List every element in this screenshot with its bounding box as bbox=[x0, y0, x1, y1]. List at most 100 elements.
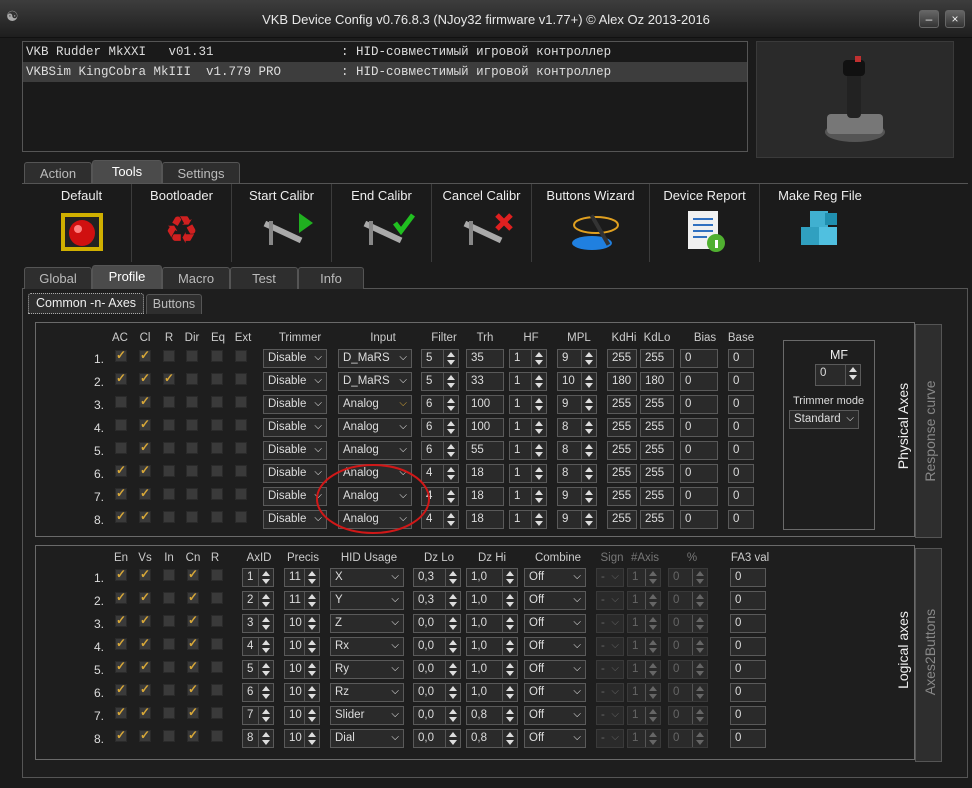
mpl-spinner-arrows[interactable] bbox=[581, 442, 596, 459]
ext-checkbox[interactable] bbox=[235, 511, 247, 523]
precis-spinner[interactable]: 10 bbox=[284, 614, 320, 633]
dzhi-spinner-arrows[interactable] bbox=[502, 684, 517, 701]
base-field[interactable]: 0 bbox=[728, 372, 754, 391]
kdhi-field[interactable]: 255 bbox=[607, 464, 637, 483]
precis-spinner[interactable]: 11 bbox=[284, 568, 320, 587]
ext-checkbox[interactable] bbox=[235, 465, 247, 477]
mpl-spinner[interactable]: 8 bbox=[557, 441, 597, 460]
hf-spinner-arrows[interactable] bbox=[531, 373, 546, 390]
precis-spinner[interactable]: 10 bbox=[284, 683, 320, 702]
mpl-spinner-arrows[interactable] bbox=[581, 465, 596, 482]
mpl-spinner[interactable]: 9 bbox=[557, 349, 597, 368]
fa3-field[interactable]: 0 bbox=[730, 591, 766, 610]
axid-spinner[interactable]: 5 bbox=[242, 660, 274, 679]
device-list[interactable]: VKB Rudder MkXXI v01.31 : HID-совместимы… bbox=[22, 41, 748, 152]
ac-checkbox[interactable] bbox=[115, 463, 127, 477]
bias-field[interactable]: 0 bbox=[680, 418, 718, 437]
device-row[interactable]: VKB Rudder MkXXI v01.31 : HID-совместимы… bbox=[23, 42, 747, 62]
filter-spinner[interactable]: 6 bbox=[421, 418, 459, 437]
kdhi-field[interactable]: 255 bbox=[607, 349, 637, 368]
dir-checkbox[interactable] bbox=[186, 488, 198, 500]
close-button[interactable]: × bbox=[945, 10, 965, 28]
filter-spinner-arrows[interactable] bbox=[443, 465, 458, 482]
tab-info[interactable]: Info bbox=[298, 267, 364, 289]
dzhi-spinner-arrows[interactable] bbox=[502, 615, 517, 632]
cancel-calibr-button[interactable]: Cancel Calibr bbox=[432, 184, 532, 262]
precis-spinner[interactable]: 10 bbox=[284, 706, 320, 725]
dzlo-spinner-arrows[interactable] bbox=[445, 730, 460, 747]
eq-checkbox[interactable] bbox=[211, 511, 223, 523]
cl-checkbox[interactable] bbox=[139, 348, 151, 362]
trimmer-select[interactable]: Disable bbox=[263, 349, 327, 368]
fa3-field[interactable]: 0 bbox=[730, 729, 766, 748]
trh-field[interactable]: 100 bbox=[466, 418, 504, 437]
default-button[interactable]: Default bbox=[32, 184, 132, 262]
eq-checkbox[interactable] bbox=[211, 488, 223, 500]
r-checkbox[interactable] bbox=[211, 661, 223, 673]
r-checkbox[interactable] bbox=[211, 592, 223, 604]
combine-select[interactable]: Off bbox=[524, 660, 586, 679]
mpl-spinner[interactable]: 9 bbox=[557, 487, 597, 506]
kdhi-field[interactable]: 255 bbox=[607, 418, 637, 437]
mpl-spinner[interactable]: 8 bbox=[557, 464, 597, 483]
in-checkbox[interactable] bbox=[163, 569, 175, 581]
vs-checkbox[interactable] bbox=[139, 682, 151, 696]
base-field[interactable]: 0 bbox=[728, 464, 754, 483]
axid-spinner[interactable]: 1 bbox=[242, 568, 274, 587]
cl-checkbox[interactable] bbox=[139, 486, 151, 500]
hid-usage-select[interactable]: Z bbox=[330, 614, 404, 633]
tab-macro[interactable]: Macro bbox=[162, 267, 230, 289]
kdlo-field[interactable]: 255 bbox=[640, 510, 674, 529]
bias-field[interactable]: 0 bbox=[680, 441, 718, 460]
tab-axes2buttons[interactable]: Axes2Buttons bbox=[915, 548, 942, 762]
hid-usage-select[interactable]: Rz bbox=[330, 683, 404, 702]
en-checkbox[interactable] bbox=[115, 728, 127, 742]
kdlo-field[interactable]: 180 bbox=[640, 372, 674, 391]
vs-checkbox[interactable] bbox=[139, 590, 151, 604]
dir-checkbox[interactable] bbox=[186, 373, 198, 385]
trh-field[interactable]: 100 bbox=[466, 395, 504, 414]
hf-spinner-arrows[interactable] bbox=[531, 350, 546, 367]
hid-usage-select[interactable]: Ry bbox=[330, 660, 404, 679]
filter-spinner-arrows[interactable] bbox=[443, 442, 458, 459]
trimmer-select[interactable]: Disable bbox=[263, 418, 327, 437]
axid-spinner-arrows[interactable] bbox=[258, 707, 273, 724]
axid-spinner[interactable]: 8 bbox=[242, 729, 274, 748]
in-checkbox[interactable] bbox=[163, 638, 175, 650]
base-field[interactable]: 0 bbox=[728, 418, 754, 437]
tab-common-axes[interactable]: Common -n- Axes bbox=[28, 293, 144, 314]
vs-checkbox[interactable] bbox=[139, 705, 151, 719]
fa3-field[interactable]: 0 bbox=[730, 637, 766, 656]
kdlo-field[interactable]: 255 bbox=[640, 487, 674, 506]
hf-spinner-arrows[interactable] bbox=[531, 511, 546, 528]
filter-spinner[interactable]: 5 bbox=[421, 372, 459, 391]
hf-spinner-arrows[interactable] bbox=[531, 396, 546, 413]
filter-spinner-arrows[interactable] bbox=[443, 373, 458, 390]
trh-field[interactable]: 18 bbox=[466, 464, 504, 483]
mpl-spinner-arrows[interactable] bbox=[581, 396, 596, 413]
r-checkbox[interactable] bbox=[163, 511, 175, 523]
cn-checkbox[interactable] bbox=[187, 705, 199, 719]
fa3-field[interactable]: 0 bbox=[730, 683, 766, 702]
hf-spinner[interactable]: 1 bbox=[509, 441, 547, 460]
mpl-spinner-arrows[interactable] bbox=[581, 419, 596, 436]
tab-action[interactable]: Action bbox=[24, 162, 92, 184]
eq-checkbox[interactable] bbox=[211, 442, 223, 454]
hid-usage-select[interactable]: Slider bbox=[330, 706, 404, 725]
bias-field[interactable]: 0 bbox=[680, 349, 718, 368]
fa3-field[interactable]: 0 bbox=[730, 706, 766, 725]
dzlo-spinner-arrows[interactable] bbox=[445, 661, 460, 678]
hf-spinner[interactable]: 1 bbox=[509, 418, 547, 437]
kdlo-field[interactable]: 255 bbox=[640, 441, 674, 460]
ext-checkbox[interactable] bbox=[235, 350, 247, 362]
ext-checkbox[interactable] bbox=[235, 442, 247, 454]
bootloader-button[interactable]: Bootloader ♻ bbox=[132, 184, 232, 262]
dzhi-spinner-arrows[interactable] bbox=[502, 661, 517, 678]
cl-checkbox[interactable] bbox=[139, 371, 151, 385]
fa3-field[interactable]: 0 bbox=[730, 614, 766, 633]
dzlo-spinner-arrows[interactable] bbox=[445, 592, 460, 609]
eq-checkbox[interactable] bbox=[211, 350, 223, 362]
minimize-button[interactable]: – bbox=[919, 10, 939, 28]
en-checkbox[interactable] bbox=[115, 636, 127, 650]
hid-usage-select[interactable]: Y bbox=[330, 591, 404, 610]
